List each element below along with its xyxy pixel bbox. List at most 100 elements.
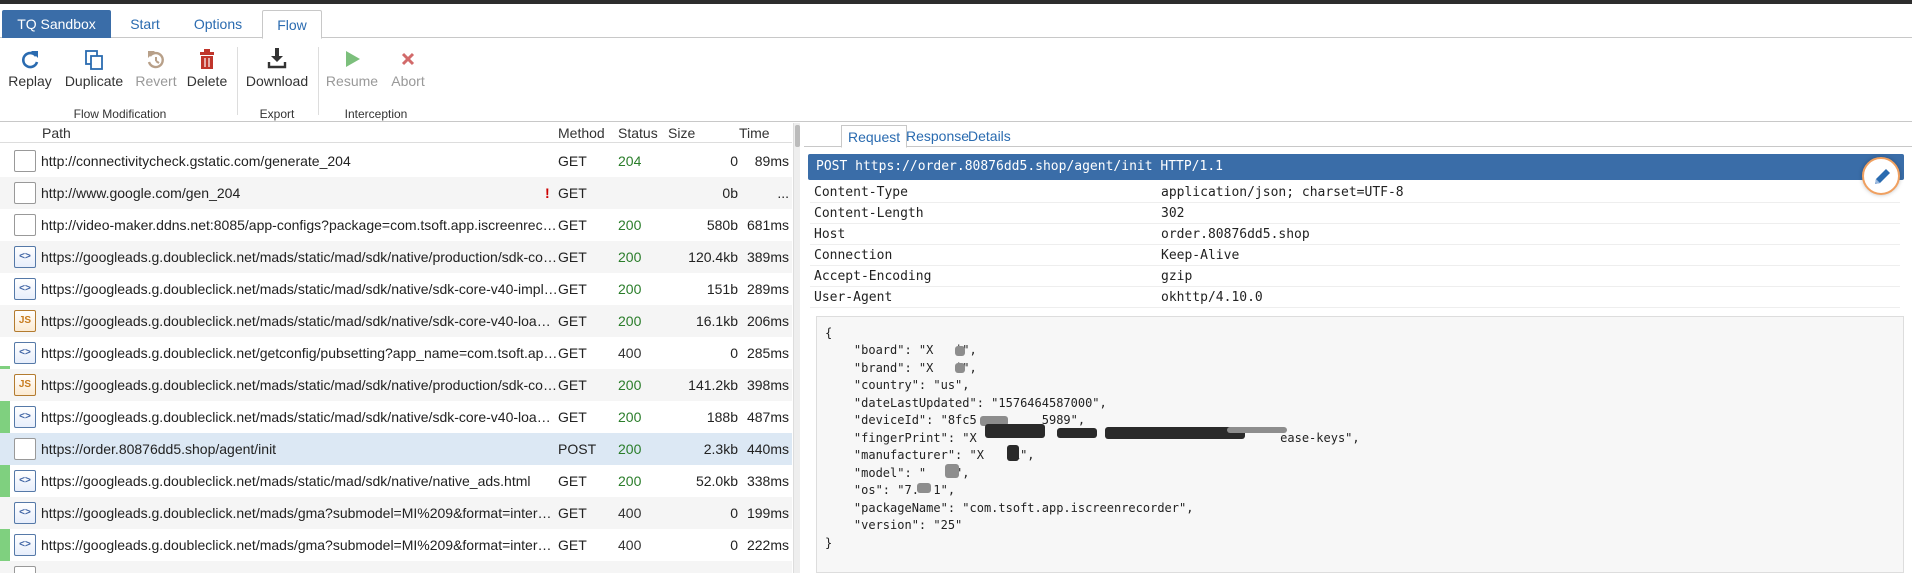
code-doc-icon: <> [14,278,36,300]
pane-splitter[interactable] [793,123,800,573]
redaction-mark [1057,428,1097,438]
row-method: GET [558,537,587,553]
table-row[interactable]: <> https://googleads.g.doubleclick.net/m… [0,273,792,305]
body-line: "manufacturer": "X i", [825,448,1035,462]
table-row[interactable]: <> https://googleads.g.doubleclick.net/m… [0,497,792,529]
row-size: 52.0kb [695,473,738,489]
header-row: Accept-Encoding gzip [810,266,1900,287]
row-time: 285ms [746,345,789,361]
column-header-method[interactable]: Method [558,125,605,141]
row-size: 120.4kb [688,249,738,265]
header-row: Connection Keep-Alive [810,245,1900,266]
header-value: gzip [1161,269,1193,284]
tab-details[interactable]: Details [962,125,1017,147]
row-method: GET [558,217,587,233]
blank-doc-icon [14,182,36,204]
table-row[interactable]: <> https://googleads.g.doubleclick.net/m… [0,241,792,273]
body-line: "dateLastUpdated": "1576464587000", [825,396,1107,410]
tab-tq-sandbox[interactable]: TQ Sandbox [2,10,111,38]
request-line: POST https://order.80876dd5.shop/agent/i… [808,154,1904,180]
row-status: 200 [618,377,642,393]
row-time: 440ms [746,441,789,457]
blank-doc-icon [14,438,36,460]
column-header-time[interactable]: Time [739,125,770,141]
table-row[interactable]: <> https://googleads.g.doubleclick.net/m… [0,401,792,433]
tab-start[interactable]: Start [116,10,174,38]
header-value: order.80876dd5.shop [1161,227,1310,242]
table-row-partial[interactable] [0,561,792,573]
redaction-mark [917,483,931,493]
delete-button[interactable]: Delete [184,47,230,89]
row-status: 200 [618,249,642,265]
tab-request[interactable]: Request [841,125,908,148]
row-status: 204 [618,153,642,169]
table-row[interactable]: http://video-maker.ddns.net:8085/app-con… [0,209,792,241]
replay-icon [22,51,39,69]
close-icon [401,52,415,66]
row-method: GET [558,281,587,297]
body-line: "os": "7. 1", [825,483,956,497]
row-path: http://connectivitycheck.gstatic.com/gen… [41,153,351,169]
tab-flow[interactable]: Flow [262,10,322,39]
resume-button[interactable]: Resume [324,47,380,89]
download-button[interactable]: Download [244,47,310,89]
code-doc-icon: <> [14,246,36,268]
tab-options[interactable]: Options [180,10,256,38]
table-row-selected[interactable]: https://order.80876dd5.shop/agent/init P… [0,433,792,465]
scrollbar-thumb[interactable] [795,125,800,147]
abort-button[interactable]: Abort [386,47,430,89]
header-key: User-Agent [814,290,893,305]
table-row[interactable]: <> https://googleads.g.doubleclick.net/g… [0,337,792,369]
row-path: http://www.google.com/gen_204 [41,185,241,201]
row-status: 400 [618,345,642,361]
flow-list-header: Path Method Status Size Time [0,123,792,143]
row-time: 289ms [746,281,789,297]
header-value: okhttp/4.10.0 [1161,290,1263,305]
replay-button[interactable]: Replay [6,47,54,89]
column-header-size[interactable]: Size [668,125,695,141]
header-key: Accept-Encoding [814,269,932,284]
replay-label: Replay [8,73,52,89]
row-size: 141.2kb [688,377,738,393]
table-row[interactable]: JS https://googleads.g.doubleclick.net/m… [0,369,792,401]
row-path: https://googleads.g.doubleclick.net/mads… [41,473,531,489]
flow-toolbar: Replay Duplicate Revert Delete Download … [0,39,1912,122]
row-size: 0 [730,537,738,553]
body-line: "board": "X i", [825,343,977,357]
code-doc-icon: <> [14,470,36,492]
row-method: POST [558,441,597,457]
row-size: 16.1kb [695,313,738,329]
row-time: 398ms [746,377,789,393]
header-key: Connection [814,248,893,263]
row-path: http://video-maker.ddns.net:8085/app-con… [41,217,558,233]
play-icon [346,51,360,67]
row-size: 0 [730,345,738,361]
table-row[interactable]: http://connectivitycheck.gstatic.com/gen… [0,145,792,177]
column-header-path[interactable]: Path [42,125,71,141]
row-size: 2.3kb [703,441,738,457]
redaction-mark [955,363,965,373]
row-path: https://googleads.g.doubleclick.net/mads… [41,537,558,553]
body-line: "version": "25" [825,518,963,532]
table-row[interactable]: <> https://googleads.g.doubleclick.net/m… [0,465,792,497]
duplicate-button[interactable]: Duplicate [62,47,126,89]
row-size: 151b [706,281,738,297]
row-method: GET [558,185,587,201]
duplicate-label: Duplicate [64,73,124,89]
column-header-status[interactable]: Status [618,125,658,141]
request-body[interactable]: { "board": "X i", "brand": "X i", "count… [816,316,1904,573]
redaction-mark [985,424,1045,438]
revert-button[interactable]: Revert [134,47,178,89]
table-row[interactable]: http://www.google.com/gen_204 ! GET 0b .… [0,177,792,209]
row-status: 400 [618,505,642,521]
blank-doc-icon [14,150,36,172]
redaction-mark [955,346,965,356]
row-method: GET [558,249,587,265]
row-path: https://googleads.g.doubleclick.net/mads… [41,505,558,521]
table-row[interactable]: <> https://googleads.g.doubleclick.net/m… [0,529,792,561]
redaction-mark [1105,427,1245,439]
table-row[interactable]: JS https://googleads.g.doubleclick.net/m… [0,305,792,337]
blank-doc-icon [14,566,36,573]
row-path: https://googleads.g.doubleclick.net/mads… [41,377,558,393]
row-method: GET [558,377,587,393]
